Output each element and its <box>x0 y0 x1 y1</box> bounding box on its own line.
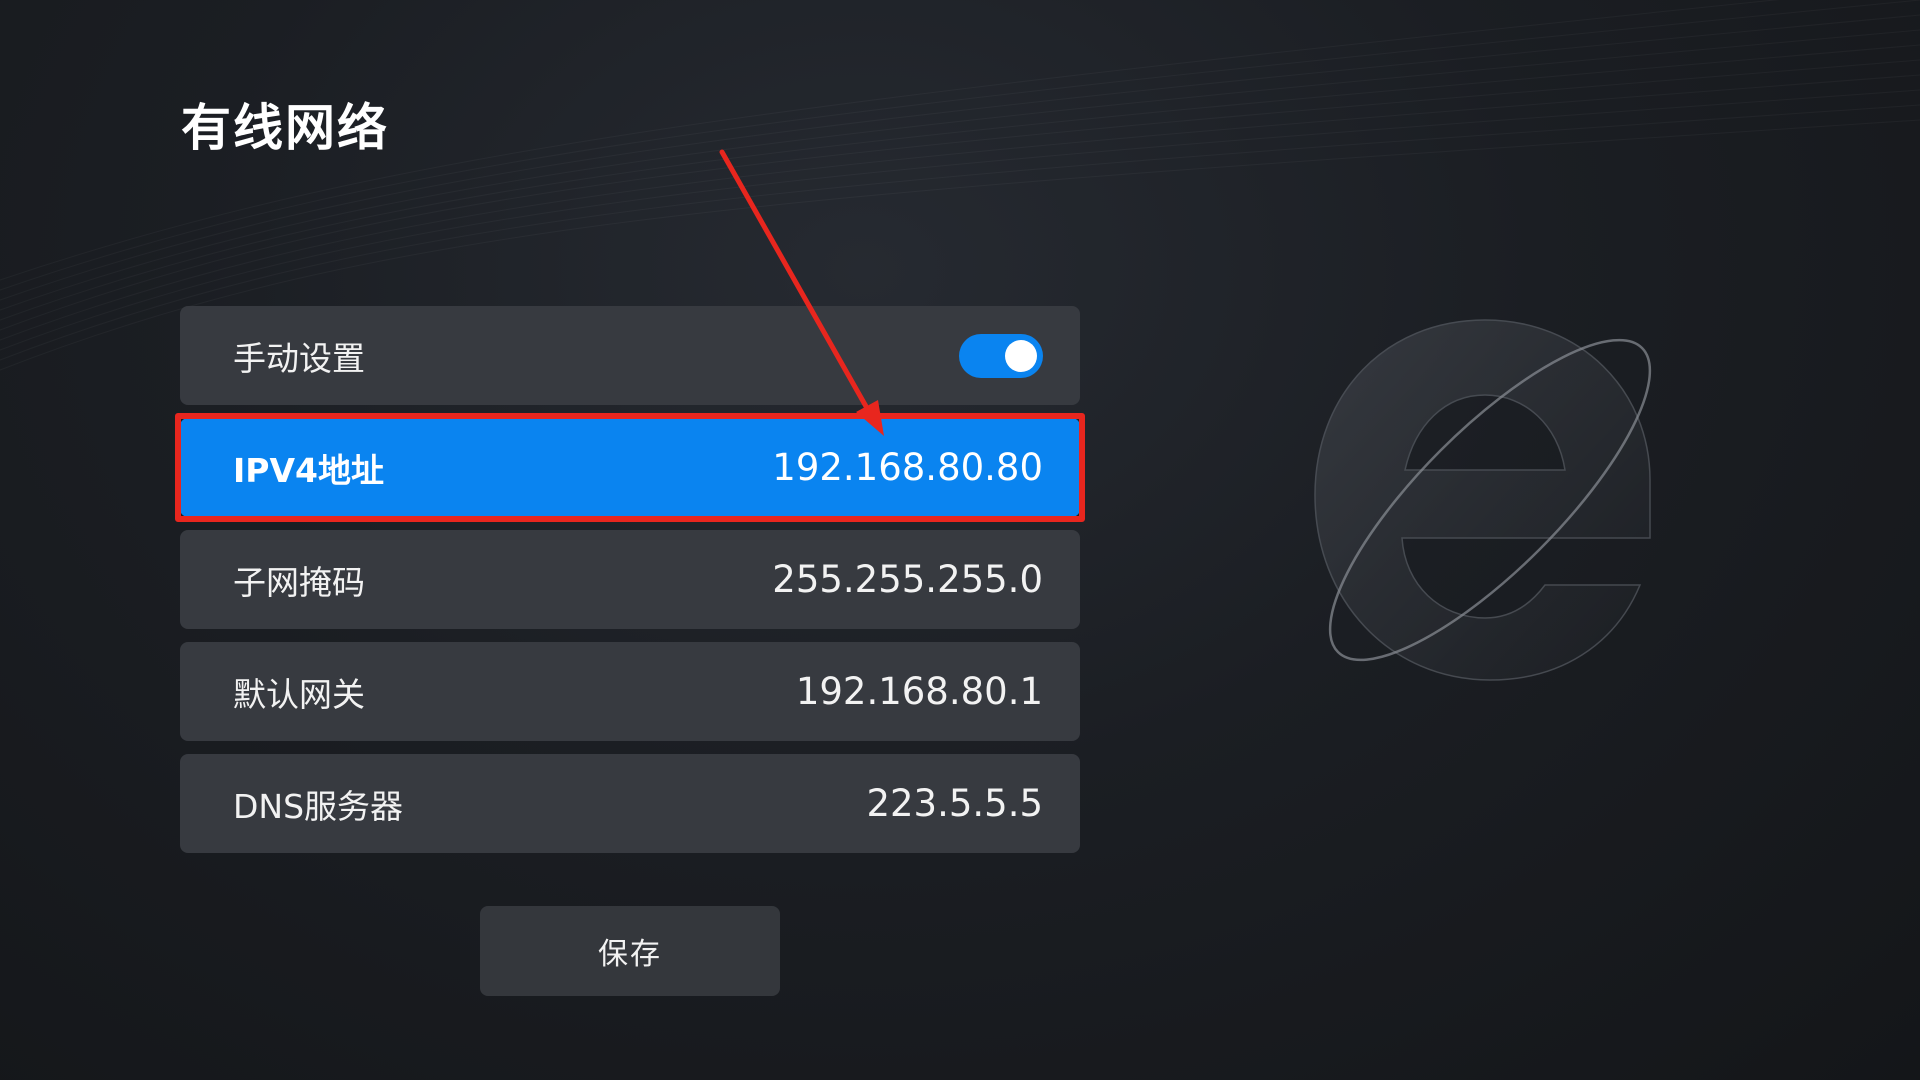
subnet-mask-value: 255.255.255.0 <box>772 558 1043 601</box>
ipv4-address-value: 192.168.80.80 <box>772 446 1043 489</box>
browser-e-logo-icon <box>1314 319 1652 681</box>
manual-setting-toggle[interactable] <box>959 333 1043 378</box>
default-gateway-label: 默认网关 <box>233 674 365 714</box>
manual-setting-row[interactable]: 手动设置 <box>180 306 1080 405</box>
default-gateway-value: 192.168.80.1 <box>795 670 1043 713</box>
dns-server-label: DNS服务器 <box>233 786 404 826</box>
subnet-mask-label: 子网掩码 <box>233 562 365 602</box>
toggle-knob <box>1005 339 1037 372</box>
dns-server-value: 223.5.5.5 <box>866 782 1043 825</box>
default-gateway-row[interactable]: 默认网关 192.168.80.1 <box>180 642 1080 741</box>
dns-server-row[interactable]: DNS服务器 223.5.5.5 <box>180 754 1080 853</box>
subnet-mask-row[interactable]: 子网掩码 255.255.255.0 <box>180 530 1080 629</box>
network-settings-list: 手动设置 IPV4地址 192.168.80.80 子网掩码 255.255.2… <box>175 306 1085 866</box>
ipv4-address-label: IPV4地址 <box>233 450 384 490</box>
manual-setting-label: 手动设置 <box>233 338 365 378</box>
save-button[interactable]: 保存 <box>480 906 780 996</box>
ipv4-address-row[interactable]: IPV4地址 192.168.80.80 <box>175 413 1085 522</box>
page-title: 有线网络 <box>181 99 389 157</box>
